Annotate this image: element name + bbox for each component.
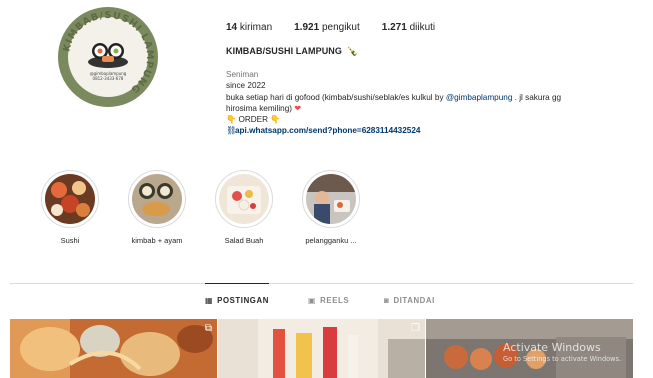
bio-order-line: 👇 ORDER 👇 [226,115,281,125]
heart-icon: ❤ [294,103,302,113]
highlight-pelanggan[interactable]: pelangganku ... [296,170,366,245]
bio-external-link[interactable]: ⛓api.whatsapp.com/send?phone=62831144325… [226,125,631,136]
highlight-cover [306,174,356,224]
tab-tagged[interactable]: ◙ DITANDAI [384,296,435,305]
activate-windows-watermark: Activate Windows Go to Settings to activ… [503,341,622,363]
link-icon: ⛓ [226,126,237,136]
profile-stats: 14 kiriman 1.921 pengikut 1.271 diikuti [226,22,457,33]
point-down-icon: 👇 [226,115,237,125]
reel-badge-icon: ⧉ [204,323,212,334]
post-image [218,319,425,378]
post-thumbnail[interactable]: ⧉ [10,319,217,378]
highlight-sushi[interactable]: Sushi [35,170,105,245]
post-image [10,319,217,378]
logo-emblem: KIMBAB/SUSHI LAMPUNG [61,10,154,96]
multi-photo-icon: ❐ [411,323,420,334]
grid-icon: ▦ [205,296,214,305]
highlight-label: kimbab + ayam [131,236,183,245]
tab-divider [10,283,633,284]
profile-bio: Seniman since 2022 buka setiap hari di g… [226,69,631,137]
highlight-cover [219,174,269,224]
tagged-icon: ◙ [384,296,390,305]
profile-avatar[interactable]: KIMBAB/SUSHI LAMPUNG @gimbaplampung 0812… [58,7,158,107]
highlight-cover [132,174,182,224]
active-tab-indicator [205,283,269,284]
posts-count: 14 kiriman [226,22,273,33]
bio-category: Seniman [226,70,259,79]
logo-phone: 0812-3433-678 [92,76,124,81]
bottle-emoji: 🍾 [346,46,358,56]
bio-line: buka setiap hari di gofood (kimbab/sushi… [226,92,562,102]
profile-name: KIMBAB/SUSHI LAMPUNG 🍾 [226,46,358,56]
highlight-salad-buah[interactable]: Salad Buah [209,170,279,245]
tab-reels[interactable]: ▣ REELS [308,296,349,305]
following-count[interactable]: 1.271 diikuti [382,22,435,33]
highlight-cover [45,174,95,224]
post-thumbnail[interactable]: ❐ [218,319,425,378]
highlight-kimbab-ayam[interactable]: kimbab + ayam [122,170,192,245]
bio-line: since 2022 [226,81,266,91]
point-down-icon: 👇 [270,115,281,125]
highlight-label: Sushi [60,236,80,245]
bio-line: hirosima kemiling) ❤ [226,103,302,113]
highlight-label: pelangganku ... [305,236,357,245]
mention-link[interactable]: @gimbaplampung [446,93,513,102]
followers-count[interactable]: 1.921 pengikut [294,22,360,33]
highlight-label: Salad Buah [224,236,264,245]
reels-icon: ▣ [308,296,317,305]
tab-posts[interactable]: ▦ POSTINGAN [205,296,269,305]
